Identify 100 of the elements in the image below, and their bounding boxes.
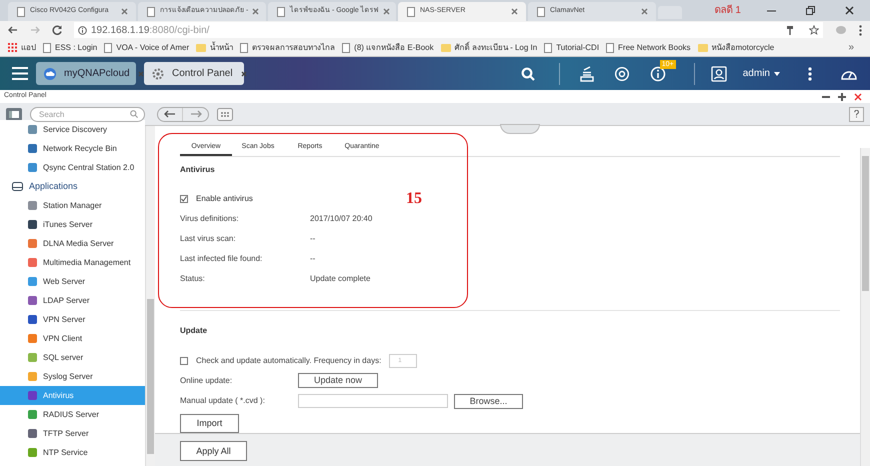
search-field[interactable]: Search: [30, 106, 145, 122]
user-menu[interactable]: admin: [742, 66, 780, 81]
sidebar-item[interactable]: TFTP Server: [0, 424, 145, 443]
profile-name[interactable]: ดลดี 1: [714, 3, 741, 18]
page-icon: [240, 42, 248, 52]
app-icon: [28, 372, 37, 381]
bookmark[interactable]: น้ำหน้า: [196, 42, 234, 54]
plus-icon: [838, 92, 846, 100]
sidebar-item[interactable]: RADIUS Server: [0, 405, 145, 424]
gear-icon: [152, 68, 164, 80]
app-icon: [28, 334, 37, 343]
field-value: Update complete: [310, 272, 370, 284]
app-icon: [28, 258, 37, 267]
page-icon: [406, 6, 416, 16]
import-button[interactable]: Import: [180, 414, 239, 432]
restore-icon: [806, 6, 815, 15]
bookmark[interactable]: แอป: [8, 42, 36, 54]
cloud-icon: [44, 68, 56, 80]
sidebar-item[interactable]: SQL server: [0, 348, 145, 367]
sidebar-item[interactable]: iTunes Server: [0, 215, 145, 234]
more-icon: [808, 66, 812, 80]
annotation-number: 15: [406, 189, 422, 209]
app-icon: [28, 125, 37, 134]
field-label: Last infected file found:: [180, 252, 264, 264]
stack-icon: [580, 66, 594, 82]
page-icon: [544, 42, 552, 52]
bookmark[interactable]: ศักดิ์ ลงทะเบียน - Log In: [440, 42, 538, 54]
sidebar-item[interactable]: DLNA Media Server: [0, 234, 145, 253]
app-icon: [28, 220, 37, 229]
sidebar-item[interactable]: Qsync Central Station 2.0: [0, 158, 145, 177]
collapse-button[interactable]: [500, 124, 540, 134]
app-tab[interactable]: Control Panel: [144, 62, 244, 85]
app-icon: [28, 315, 37, 324]
app-icon: [28, 201, 37, 210]
more-icon: [859, 24, 862, 36]
forward-icon: [30, 26, 40, 34]
file-field[interactable]: [298, 394, 448, 408]
page-icon: [146, 6, 156, 16]
app-icon: [28, 239, 37, 248]
address-field[interactable]: 192.168.1.19:8080/cgi-bin/: [74, 22, 823, 38]
checkbox[interactable]: [180, 356, 188, 364]
page-icon: [536, 6, 546, 16]
folder-icon: [196, 44, 206, 52]
close-icon[interactable]: [854, 92, 862, 100]
more-bookmarks[interactable]: »: [848, 40, 854, 55]
question-icon: [854, 110, 859, 118]
close-icon[interactable]: [240, 70, 247, 76]
field-label: Manual update ( *.cvd ):: [180, 395, 266, 407]
sidebar-item[interactable]: Syslog Server: [0, 367, 145, 386]
app-icon: [28, 277, 37, 286]
sidebar-item[interactable]: Web Server: [0, 272, 145, 291]
reload-icon: [52, 25, 62, 35]
field-label: Online update:: [180, 374, 234, 386]
folder-icon: [698, 44, 708, 52]
browse-button[interactable]: Browse...: [454, 394, 523, 408]
app-icon: [28, 296, 37, 305]
caret-icon: [774, 72, 780, 76]
menu-icon: [12, 67, 28, 80]
apply-all-button[interactable]: Apply All: [180, 441, 247, 461]
page-icon: [342, 42, 350, 52]
help-button[interactable]: [849, 106, 864, 122]
sidebar-item[interactable]: Multimedia Management: [0, 253, 145, 272]
field-label: Status:: [180, 272, 206, 284]
app-icon: [28, 144, 37, 153]
bookmark[interactable]: VOA - Voice of Amer: [104, 42, 190, 54]
bookmark[interactable]: หนังสือmotorcycle: [698, 42, 774, 54]
close-icon[interactable]: [845, 6, 854, 15]
back-icon: [8, 26, 18, 34]
checkbox[interactable]: [180, 194, 188, 202]
apps-grid-icon: [8, 43, 17, 52]
bookmark[interactable]: ตรวจผลการสอบทางไกล: [240, 42, 336, 54]
sidebar-item[interactable]: Applications: [0, 177, 145, 196]
sidebar-item[interactable]: Station Manager: [0, 196, 145, 215]
info-icon: [650, 66, 666, 82]
bookmark[interactable]: ESS : Login: [43, 42, 98, 54]
checkbox-label: Enable antivirus: [196, 192, 253, 204]
sidebar-item[interactable]: VPN Client: [0, 329, 145, 348]
sidebar-item[interactable]: Service Discovery: [0, 120, 145, 139]
update-now-button[interactable]: Update now: [298, 373, 378, 388]
app-icon: [28, 391, 37, 400]
field-value: --: [310, 252, 316, 264]
close-icon[interactable]: [511, 8, 518, 15]
bookmark[interactable]: Free Network Books: [606, 42, 691, 54]
page-icon: [276, 6, 286, 16]
sidebar-item[interactable]: VPN Server: [0, 310, 145, 329]
checkbox-label: Check and update automatically. Frequency in days:: [196, 354, 382, 366]
field-value: --: [310, 232, 316, 244]
drive-icon: [12, 182, 23, 191]
info-icon: [78, 26, 87, 34]
page-icon: [104, 42, 112, 52]
sidebar-item[interactable]: Network Recycle Bin: [0, 139, 145, 158]
bookmark[interactable]: Tutorial-CDI: [544, 42, 600, 54]
extension-icon: [835, 25, 847, 35]
bookmark[interactable]: (8) แจกหนังสือ E-Book: [342, 42, 434, 54]
page-icon: [43, 42, 51, 52]
search-icon: [130, 110, 138, 118]
sidebar-item[interactable]: LDAP Server: [0, 291, 145, 310]
user-icon: [710, 66, 727, 82]
sidebar-item[interactable]: NTP Service: [0, 443, 145, 462]
section-heading: Antivirus: [180, 164, 216, 176]
